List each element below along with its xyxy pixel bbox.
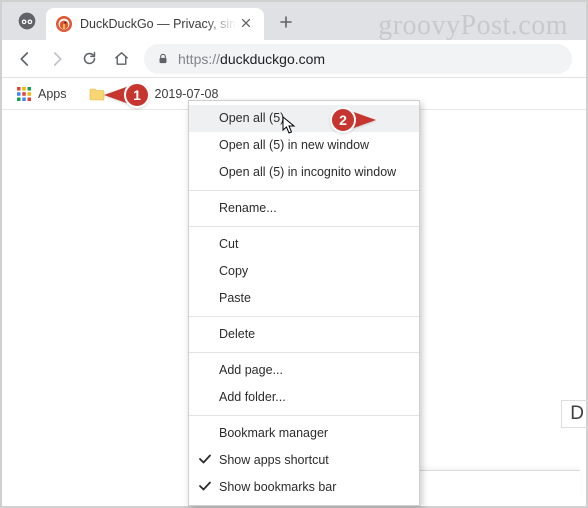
menu-separator <box>189 316 419 317</box>
tab-title: DuckDuckGo — Privacy, simplified. <box>80 17 236 31</box>
menu-open-all[interactable]: Open all (5) <box>189 105 419 132</box>
menu-show-apps-label: Show apps shortcut <box>219 453 329 467</box>
menu-show-apps-shortcut[interactable]: Show apps shortcut <box>189 447 419 474</box>
menu-paste[interactable]: Paste <box>189 285 419 312</box>
annotation-number: 2 <box>330 107 356 133</box>
browser-tab[interactable]: DuckDuckGo — Privacy, simplified. <box>46 8 264 40</box>
home-button[interactable] <box>106 44 136 74</box>
menu-add-page[interactable]: Add page... <box>189 357 419 384</box>
annotation-callout-1: 1 <box>104 82 150 108</box>
bookmark-context-menu: Open all (5) Open all (5) in new window … <box>188 100 420 506</box>
lock-icon <box>156 52 170 66</box>
annotation-number: 1 <box>124 82 150 108</box>
address-bar[interactable]: https://duckduckgo.com <box>144 44 572 74</box>
menu-copy[interactable]: Copy <box>189 258 419 285</box>
apps-grid-icon <box>16 86 32 102</box>
menu-separator <box>189 226 419 227</box>
apps-shortcut[interactable]: Apps <box>12 78 71 109</box>
check-icon <box>198 452 212 466</box>
folder-icon <box>89 87 105 101</box>
tab-strip: DuckDuckGo — Privacy, simplified. <box>2 2 586 40</box>
menu-delete[interactable]: Delete <box>189 321 419 348</box>
menu-bookmark-manager[interactable]: Bookmark manager <box>189 420 419 447</box>
menu-open-all-incognito[interactable]: Open all (5) in incognito window <box>189 159 419 186</box>
forward-button[interactable] <box>42 44 72 74</box>
menu-cut[interactable]: Cut <box>189 231 419 258</box>
menu-separator <box>189 190 419 191</box>
menu-add-folder[interactable]: Add folder... <box>189 384 419 411</box>
duckduckgo-favicon-icon <box>56 16 72 32</box>
menu-show-bookmarks-label: Show bookmarks bar <box>219 480 336 494</box>
toolbar: https://duckduckgo.com <box>2 40 586 78</box>
menu-open-all-new-window[interactable]: Open all (5) in new window <box>189 132 419 159</box>
back-button[interactable] <box>10 44 40 74</box>
check-icon <box>198 479 212 493</box>
bookmark-folder-date-label: 2019-07-08 <box>155 87 219 101</box>
menu-separator <box>189 415 419 416</box>
menu-rename[interactable]: Rename... <box>189 195 419 222</box>
partial-offscreen-letter: D <box>561 400 588 428</box>
apps-label: Apps <box>38 87 67 101</box>
new-tab-button[interactable] <box>272 8 300 36</box>
annotation-callout-2: 2 <box>330 107 376 133</box>
url-text: https://duckduckgo.com <box>178 51 325 67</box>
browser-incognito-icon <box>14 8 40 34</box>
close-tab-icon[interactable] <box>240 17 254 31</box>
menu-separator <box>189 352 419 353</box>
reload-button[interactable] <box>74 44 104 74</box>
menu-show-bookmarks-bar[interactable]: Show bookmarks bar <box>189 474 419 501</box>
